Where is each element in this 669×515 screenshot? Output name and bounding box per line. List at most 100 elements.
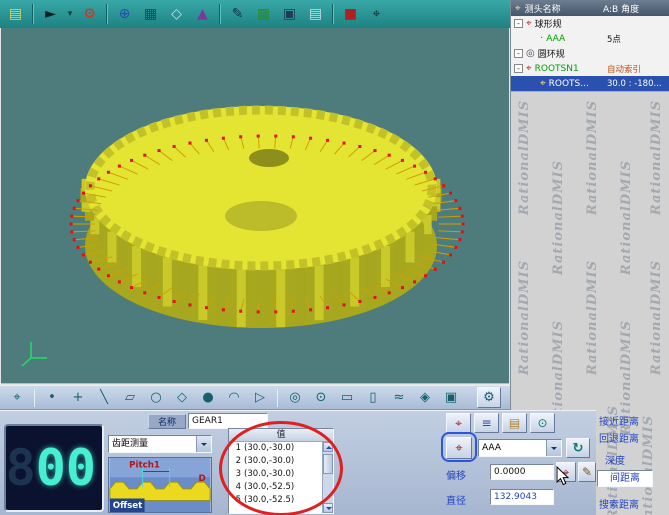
toolbar-separator — [106, 4, 108, 24]
expand-icon[interactable]: - — [514, 49, 523, 58]
list-scrollbar[interactable] — [322, 442, 333, 513]
torus-icon[interactable]: ◎ — [283, 387, 307, 408]
measure-type-dropdown[interactable]: 齿距测量 — [108, 435, 212, 453]
refresh-icon[interactable]: ↻ — [566, 438, 590, 458]
gear-settings-icon[interactable]: ⚙ — [477, 387, 501, 408]
open-icon[interactable]: ▤ — [3, 3, 28, 26]
scroll-up-icon[interactable] — [323, 442, 333, 452]
toolbar-separator — [34, 389, 35, 407]
chevron-down-icon[interactable] — [546, 440, 561, 456]
probe-icon: ⌖ — [515, 3, 521, 14]
scrollbar-thumb[interactable] — [323, 454, 333, 474]
row-number: 2 — [229, 455, 241, 468]
report-icon[interactable]: ▤ — [502, 413, 527, 433]
pitch-label: Pitch1 — [129, 461, 160, 471]
offset-input[interactable] — [490, 464, 554, 480]
palette-icon[interactable]: ▩ — [251, 3, 276, 26]
capture-icon[interactable]: ▣ — [277, 3, 302, 26]
watermark-text: RationalDMIS — [517, 260, 532, 375]
list-item[interactable]: 1 (30.0,-30.0) — [229, 442, 322, 455]
feature-name-input[interactable] — [188, 413, 268, 429]
tree-row-sphere-gauge[interactable]: - ⌖ 球形规 — [511, 16, 669, 31]
list-item[interactable]: 2 (30.0,-30.0) — [229, 455, 322, 468]
construct-icon[interactable]: + — [66, 387, 90, 408]
scrollbar-track[interactable] — [323, 474, 333, 503]
tree-item-value: 5点 — [607, 33, 669, 45]
watermark-text: RationalDMIS — [619, 160, 634, 275]
zoom-icon[interactable]: ⊕ — [112, 3, 137, 26]
diameter-input[interactable] — [490, 489, 554, 505]
approach-distance-label: 接近距离 — [599, 413, 639, 428]
select-cursor-icon[interactable]: ► — [38, 3, 63, 26]
circle-icon[interactable]: ○ — [144, 387, 168, 408]
point-icon[interactable]: • — [40, 387, 64, 408]
ring-gauge-icon: ◎ — [526, 48, 535, 59]
gauge-icon[interactable]: ⊙ — [530, 413, 555, 433]
probe-icon: ⌖ — [526, 63, 532, 74]
tree-item-label: ROOTSN1 — [535, 64, 604, 74]
scroll-down-icon[interactable] — [323, 503, 333, 513]
gem-icon[interactable]: ◈ — [413, 387, 437, 408]
probe-mode-icon[interactable]: ⌖ — [5, 387, 29, 408]
curve-icon[interactable]: ≈ — [387, 387, 411, 408]
viewport-3d[interactable] — [0, 28, 510, 385]
caliper-icon[interactable]: ≡ — [474, 413, 499, 433]
block-icon[interactable]: ▣ — [439, 387, 463, 408]
circle-center-icon[interactable]: ⊙ — [309, 387, 333, 408]
name-label: 名称 — [148, 414, 186, 429]
annotate-icon[interactable]: ✎ — [225, 3, 250, 26]
watermark-text: RationalDMIS — [649, 100, 664, 215]
display-icon[interactable]: ▦ — [138, 3, 163, 26]
row-number: 5 — [229, 494, 241, 507]
tree-row-roots-selected[interactable]: ⌖ ROOTS... 30.0 : -180... — [511, 76, 669, 91]
probe-config-icon[interactable]: ⌖ — [446, 413, 471, 433]
cone-icon[interactable]: ▷ — [248, 387, 272, 408]
viewport-canvas — [1, 28, 509, 383]
slot-icon[interactable]: ▭ — [335, 387, 359, 408]
list-item[interactable]: 3 (30.0,-30.0) — [229, 468, 322, 481]
retract-distance-label: 回退距离 — [599, 430, 639, 445]
tree-row-aaa[interactable]: · AAA 5点 — [511, 31, 669, 46]
tree-header-name-column: 测头名称 — [525, 2, 599, 15]
tree-item-value: 自动索引 — [607, 63, 669, 75]
line-icon[interactable]: ╲ — [92, 387, 116, 408]
probe-icon[interactable]: ⌖ — [364, 3, 389, 26]
arc-icon[interactable]: ◠ — [222, 387, 246, 408]
offset-probe-icon[interactable]: ⌖ — [556, 462, 576, 482]
list-item[interactable]: 4 (30.0,-52.5) — [229, 481, 322, 494]
plane-view-icon[interactable]: ◇ — [164, 3, 189, 26]
plane-icon[interactable]: ▱ — [118, 387, 142, 408]
chevron-down-icon[interactable]: ▾ — [64, 3, 76, 26]
material-icon[interactable]: ■ — [338, 3, 363, 26]
sphere-icon[interactable]: ● — [196, 387, 220, 408]
tree-header-angle-column: A:B 角度 — [603, 2, 665, 15]
tree-row-ring-gauge[interactable]: - ◎ 圆环规 — [511, 46, 669, 61]
cylinder-icon[interactable]: ▯ — [361, 387, 385, 408]
toolbar-separator — [219, 4, 221, 24]
polygon-icon[interactable]: ◇ — [170, 387, 194, 408]
view-3d-icon[interactable]: ▲ — [190, 3, 215, 26]
list-item[interactable]: 5 (30.0,-52.5) — [229, 494, 322, 507]
tree-row-rootsn1[interactable]: - ⌖ ROOTSN1 自动索引 — [511, 61, 669, 76]
probe-select-dropdown[interactable]: AAA — [478, 439, 562, 457]
probe-select-icon[interactable]: ⌖ — [446, 437, 472, 459]
offset-diagram-label: Offset — [113, 501, 143, 511]
expand-icon[interactable]: - — [514, 19, 523, 28]
depth-label: 深度 — [605, 452, 625, 467]
row-number: 1 — [229, 442, 241, 455]
value-list-header: 值 — [229, 429, 333, 442]
search-distance-label: 搜索距离 — [599, 496, 639, 511]
row-value: (30.0,-30.0) — [244, 455, 294, 468]
print-icon[interactable]: ▤ — [303, 3, 328, 26]
counter-value: 00 — [36, 439, 96, 497]
settings-wheel-icon[interactable]: ⚙ — [77, 3, 102, 26]
toolbar-separator — [332, 4, 334, 24]
geometry-toolbar: ⌖ • + ╲ ▱ ○ ◇ ● ◠ ▷ ◎ ⊙ ▭ ▯ ≈ ◈ ▣ ⚙ — [0, 385, 510, 410]
expand-icon[interactable]: - — [514, 64, 523, 73]
offset-edit-icon[interactable]: ✎ — [578, 462, 596, 482]
tree-item-label: 圆环规 — [538, 47, 604, 60]
spacing-distance-field[interactable]: 间距离 — [597, 470, 653, 487]
chevron-down-icon[interactable] — [196, 436, 211, 452]
d-label: D — [199, 474, 206, 484]
measure-type-value: 齿距测量 — [109, 436, 196, 452]
